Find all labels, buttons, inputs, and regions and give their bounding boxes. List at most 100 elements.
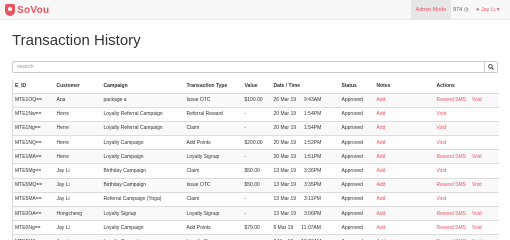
cell-date: 6 Mar 19 [273,224,294,231]
cell-campaign: Birthday Campaign [101,163,185,179]
cell-status: Approved [339,205,375,221]
column-header-customer[interactable]: Customer [54,80,102,94]
points-value: 974 [453,7,463,13]
cell-status: Approved [339,106,375,122]
column-header-eid[interactable]: E_ID [12,80,55,94]
cell-customer: Jessica [54,234,102,240]
column-header-value[interactable]: Value [242,80,272,94]
cell-type: Loyalty Signup [184,205,243,221]
column-header-status[interactable]: Status [339,80,375,94]
cell-date: 13 Mar 19 [273,210,297,217]
cell-actions: Resend SMS Void [434,205,499,221]
add-note-link[interactable]: Add [377,140,386,146]
column-header-date-time[interactable]: Date / Time [271,80,340,94]
cell-date-time: 20 Mar 19 1:54PM [271,106,340,122]
void-link[interactable]: Void [437,196,447,202]
cell-actions: Void [434,135,499,150]
search-input[interactable] [12,61,485,73]
cell-eid: MTE1NQ== [12,135,55,150]
cell-eid: MTE0Ng== [12,220,55,235]
cell-time: 3:11PM [304,196,321,203]
cell-time: 1:52PM [304,139,322,146]
cell-campaign: Loyalty Signup [101,205,185,221]
add-note-link[interactable]: Add [377,97,386,103]
cell-status: Approved [339,120,375,136]
cell-notes: Add [374,220,435,235]
resend-sms-link[interactable]: Resend SMS [437,225,466,231]
cell-campaign: Loyalty Campaign [101,220,185,235]
cell-date-time: 13 Mar 19 3:35PM [271,177,340,193]
cell-actions: Void [434,163,499,179]
cell-date-time: 13 Mar 19 3:36PM [271,163,340,179]
resend-sms-link[interactable]: Resend SMS [437,182,466,188]
cell-date: 13 Mar 19 [273,196,297,203]
cell-date-time: 13 Mar 19 3:06PM [271,205,340,221]
cell-actions: Void [434,106,499,122]
void-link[interactable]: Void [472,225,482,231]
cell-value: - [242,120,272,136]
cell-status: Approved [339,163,375,179]
add-note-link[interactable]: Add [377,168,386,174]
column-header-transaction-type[interactable]: Transaction Type [184,80,243,94]
table-row: MTE5Mg== Jay Li Birthday Campaign Claim $50.… [12,163,499,179]
cell-eid: MTE5Mg== [12,163,55,179]
void-link[interactable]: Void [472,97,482,103]
resend-sms-link[interactable]: Resend SMS [437,154,466,160]
resend-sms-link[interactable]: Resend SMS [437,97,466,103]
cell-value: - [242,191,272,207]
cell-status: Approved [339,135,375,150]
add-note-link[interactable]: Add [377,111,386,117]
cell-eid: MTE1Ng== [12,120,55,136]
table-row: MTE1OQ== Ana package a Issue OTC $100.00 26 M… [12,92,499,108]
cell-customer: Jay Li [54,220,102,235]
cell-actions: Void [434,120,499,136]
cell-time: 3:06PM [304,210,322,217]
top-navbar: SoVou Admin Mode 974 ◷ ● Jay Li ▾ [0,0,510,20]
void-link[interactable]: Void [472,154,482,160]
cell-time: 3:35PM [304,182,322,189]
add-note-link[interactable]: Add [377,225,386,231]
void-link[interactable]: Void [472,182,482,188]
cell-eid: MTE1MA== [12,149,55,164]
cell-status: Approved [339,149,375,164]
column-header-campaign[interactable]: Campaign [101,80,185,94]
void-link[interactable]: Void [472,211,482,217]
table-row: MTE1Nw== Herre Loyalty Referral Campaign Re… [12,106,499,122]
search-icon [488,64,494,70]
void-link[interactable]: Void [437,111,447,117]
void-link[interactable]: Void [437,140,447,146]
brand-name: SoVou [17,4,50,16]
cell-type: Loyalty Signup [184,149,243,164]
add-note-link[interactable]: Add [377,125,386,131]
cell-time: 9:43AM [304,97,322,104]
cell-actions: Resend SMSVoid [434,234,499,240]
add-note-link[interactable]: Add [377,196,386,202]
column-header-notes[interactable]: Notes [374,80,435,94]
cell-campaign: Loyalty Referral Campaign [101,106,185,122]
void-link[interactable]: Void [437,125,447,131]
add-note-link[interactable]: Add [377,154,386,160]
cell-status: Approved [339,191,375,207]
add-note-link[interactable]: Add [377,182,386,188]
add-note-link[interactable]: Add [377,211,386,217]
cell-time: 1:54PM [304,125,322,132]
cell-campaign: Loyalty Campaign [101,234,185,240]
column-header-actions[interactable]: Actions [434,80,499,94]
void-link[interactable]: Void [437,168,447,174]
cell-customer: Herre [54,106,102,122]
cell-eid: MTE0MA== [12,234,55,240]
admin-mode-link[interactable]: Admin Mode [411,0,451,20]
cell-notes: Add [374,135,435,150]
resend-sms-link[interactable]: Resend SMS [437,211,466,217]
cell-customer: Herre [54,135,102,150]
cell-date: 13 Mar 19 [273,168,297,175]
cell-eid: MTE1OQ== [12,92,55,108]
cell-date-time: 13 Mar 19 3:11PM [271,191,340,207]
cell-date: 20 Mar 19 [273,111,297,118]
cell-eid: MTE0OA== [12,205,55,221]
cell-date-time: 6 Mar 19 11:07AM [271,220,340,235]
search-button[interactable] [485,61,498,73]
user-menu[interactable]: ● Jay Li ▾ [476,0,500,20]
cell-type: Claim [184,120,243,136]
brand-logo[interactable]: SoVou [5,3,49,17]
